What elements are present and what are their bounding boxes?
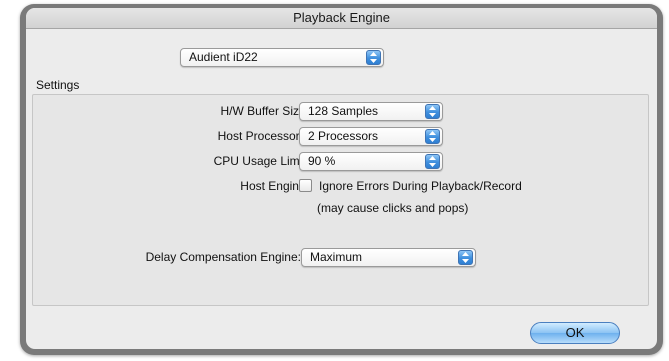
hw-buffer-size-popup[interactable]: 128 Samples bbox=[299, 102, 443, 121]
ignore-errors-label[interactable]: Ignore Errors During Playback/Record bbox=[319, 179, 522, 193]
host-engine-note: (may cause clicks and pops) bbox=[317, 201, 469, 215]
up-down-arrows-icon bbox=[425, 129, 440, 144]
cpu-usage-limit-popup[interactable]: 90 % bbox=[299, 152, 443, 171]
host-processors-label: Host Processors: bbox=[217, 129, 309, 143]
settings-section-label: Settings bbox=[36, 78, 80, 92]
settings-group: H/W Buffer Size: 128 Samples Host Proces… bbox=[32, 94, 649, 306]
cpu-usage-limit-label: CPU Usage Limit: bbox=[213, 154, 309, 168]
up-down-arrows-icon bbox=[458, 250, 473, 265]
dialog-content: Playback Engine Audient iD22 Settings H/… bbox=[26, 8, 657, 349]
ignore-errors-checkbox[interactable] bbox=[299, 179, 312, 192]
window-title: Playback Engine bbox=[26, 8, 657, 29]
host-processors-value: 2 Processors bbox=[308, 129, 379, 143]
device-popup[interactable]: Audient iD22 bbox=[180, 48, 384, 67]
cpu-usage-limit-value: 90 % bbox=[308, 154, 336, 168]
delay-compensation-value: Maximum bbox=[310, 250, 363, 264]
up-down-arrows-icon bbox=[366, 50, 381, 65]
device-popup-value: Audient iD22 bbox=[189, 50, 258, 64]
hw-buffer-size-label: H/W Buffer Size: bbox=[220, 104, 309, 118]
playback-engine-dialog: Playback Engine Audient iD22 Settings H/… bbox=[20, 4, 663, 355]
hw-buffer-size-value: 128 Samples bbox=[308, 104, 379, 118]
ok-button[interactable]: OK bbox=[530, 322, 620, 344]
up-down-arrows-icon bbox=[425, 104, 440, 119]
host-processors-popup[interactable]: 2 Processors bbox=[299, 127, 443, 146]
up-down-arrows-icon bbox=[425, 154, 440, 169]
delay-compensation-popup[interactable]: Maximum bbox=[301, 248, 476, 267]
delay-compensation-label: Delay Compensation Engine: bbox=[145, 250, 301, 264]
